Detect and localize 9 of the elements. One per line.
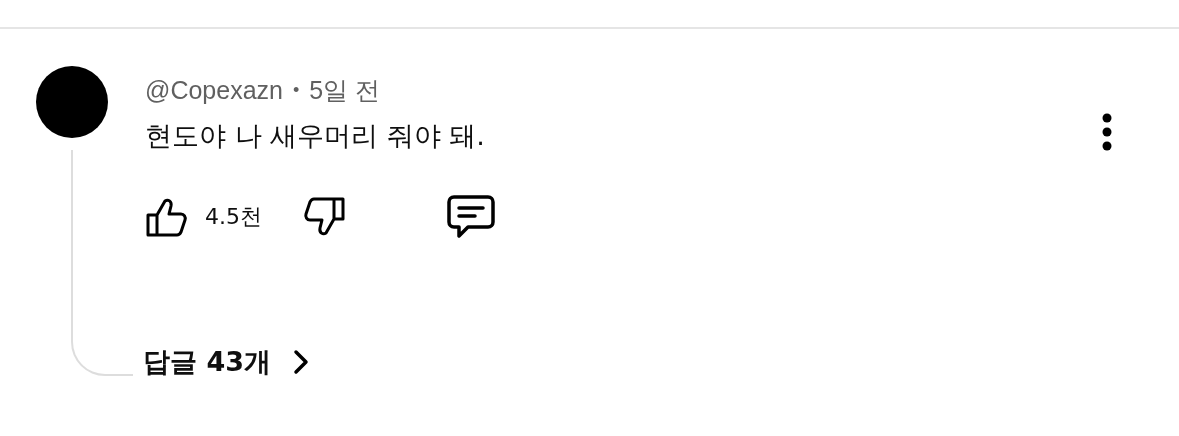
replies-button[interactable]: 답글 43개 [143, 344, 309, 380]
separator-dot: • [292, 79, 300, 102]
username[interactable]: @Copexazn [145, 74, 283, 106]
comment-text: 현도야 나 새우머리 줘야 돼. [145, 119, 486, 153]
chevron-icon [293, 349, 309, 375]
more-icon[interactable] [1101, 113, 1113, 151]
like-count: 4.5천 [205, 203, 262, 231]
comment-icon[interactable] [446, 194, 496, 240]
timestamp: 5일 전 [309, 75, 381, 106]
